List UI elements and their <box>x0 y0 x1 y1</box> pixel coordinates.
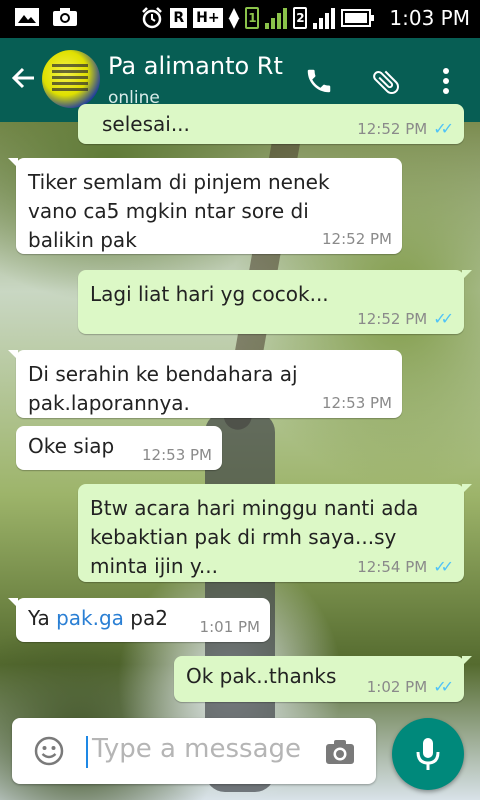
message-meta: 12:53 PM <box>142 446 212 464</box>
sim2-indicator: 2 <box>293 7 308 29</box>
mic-icon <box>416 738 440 770</box>
mic-button[interactable] <box>392 718 464 790</box>
roaming-indicator: R <box>170 8 188 28</box>
message-outgoing[interactable]: Lagi liat hari yg cocok... 12:52 PM ✓✓ <box>78 270 472 334</box>
message-time: 12:52 PM <box>322 230 392 248</box>
contact-name[interactable]: Pa alimanto Rt <box>108 52 283 80</box>
message-incoming[interactable]: Tiker semlam di pinjem nenek vano ca5 mg… <box>8 158 402 254</box>
message-time: 12:54 PM <box>357 557 428 576</box>
camera-icon[interactable] <box>324 738 356 770</box>
emoji-icon[interactable] <box>34 736 64 770</box>
message-incoming[interactable]: Ya pak.ga pa2 1:01 PM <box>8 598 270 642</box>
message-link[interactable]: pak.ga <box>56 606 124 630</box>
message-time: 12:52 PM <box>357 119 428 138</box>
message-incoming[interactable]: Di serahin ke bendahara aj pak.laporanny… <box>8 350 402 418</box>
phone-icon[interactable] <box>304 66 334 100</box>
message-meta: 12:54 PM ✓✓ <box>357 557 454 576</box>
network-type-indicator: H+ <box>193 8 223 28</box>
message-time: 1:01 PM <box>199 618 260 636</box>
message-text: Di serahin ke bendahara aj pak.laporanny… <box>28 362 298 415</box>
message-composer[interactable]: Type a message <box>12 718 376 784</box>
clock: 1:03 PM <box>389 6 470 30</box>
message-meta: 1:02 PM ✓✓ <box>367 677 454 696</box>
avatar[interactable] <box>42 50 100 108</box>
more-vert-icon[interactable] <box>436 66 456 100</box>
read-ticks-icon: ✓✓ <box>433 677 454 696</box>
read-ticks-icon: ✓✓ <box>433 557 454 576</box>
message-meta: 12:52 PM ✓✓ <box>357 309 454 328</box>
message-meta: 1:01 PM <box>200 618 260 636</box>
message-incoming[interactable]: Oke siap 12:53 PM <box>16 426 222 470</box>
data-arrows-icon: ▲ ▼ <box>228 5 240 31</box>
message-text-before: Ya <box>28 606 57 630</box>
message-input[interactable]: Type a message <box>92 734 301 764</box>
status-bar: R H+ ▲ ▼ 1 2 1:03 PM <box>0 0 480 38</box>
image-notification-icon <box>15 8 39 26</box>
message-text: Lagi liat hari yg cocok... <box>90 282 329 306</box>
message-outgoing[interactable]: selesai... 12:52 PM ✓✓ <box>78 104 464 144</box>
message-meta: 12:52 PM ✓✓ <box>357 119 454 138</box>
message-time: 12:53 PM <box>322 394 392 412</box>
sim1-signal-icon <box>265 7 288 29</box>
text-cursor <box>86 736 88 768</box>
message-meta: 12:52 PM <box>322 230 392 248</box>
message-outgoing[interactable]: Ok pak..thanks 1:02 PM ✓✓ <box>174 656 472 702</box>
message-time: 12:53 PM <box>142 446 212 464</box>
message-text-after: pa2 <box>123 606 168 630</box>
message-outgoing[interactable]: Btw acara hari minggu nanti ada kebaktia… <box>78 484 472 582</box>
alarm-icon <box>142 7 163 29</box>
back-arrow-icon[interactable] <box>10 64 38 97</box>
message-time: 12:52 PM <box>357 309 428 328</box>
sim2-signal-icon <box>313 7 336 29</box>
message-meta: 12:53 PM <box>322 394 392 412</box>
message-time: 1:02 PM <box>366 677 428 696</box>
read-ticks-icon: ✓✓ <box>433 119 454 138</box>
read-ticks-icon: ✓✓ <box>433 309 454 328</box>
battery-icon <box>341 9 375 27</box>
sim1-indicator: 1 <box>245 7 260 29</box>
camera-notification-icon <box>53 8 77 26</box>
paperclip-icon[interactable] <box>370 66 402 102</box>
